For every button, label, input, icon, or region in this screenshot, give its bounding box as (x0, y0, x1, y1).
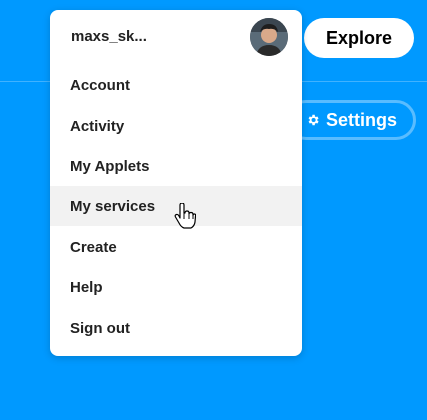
menu-item-account[interactable]: Account (50, 65, 302, 105)
avatar[interactable] (250, 18, 288, 56)
menu-item-sign-out[interactable]: Sign out (50, 308, 302, 348)
settings-button[interactable]: Settings (286, 100, 416, 140)
menu-item-activity[interactable]: Activity (50, 106, 302, 146)
menu-item-my-applets[interactable]: My Applets (50, 146, 302, 186)
account-dropdown-menu: maxs_sk... Account Activity My Applets M… (50, 10, 302, 356)
menu-item-help[interactable]: Help (50, 267, 302, 307)
menu-item-create[interactable]: Create (50, 227, 302, 267)
hand-pointer-cursor-icon (174, 202, 197, 229)
gear-icon (306, 113, 320, 127)
username: maxs_sk... (71, 28, 147, 45)
menu-header: maxs_sk... (50, 10, 302, 66)
explore-button[interactable]: Explore (304, 18, 414, 58)
settings-label: Settings (325, 109, 397, 130)
